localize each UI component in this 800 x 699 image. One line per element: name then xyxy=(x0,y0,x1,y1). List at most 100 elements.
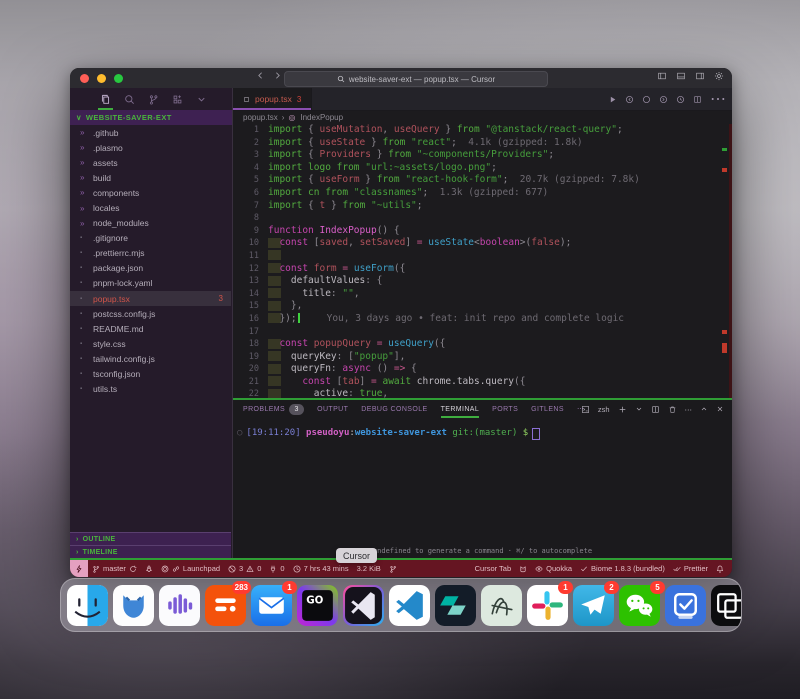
code-line-18[interactable]: 18 const popupQuery = useQuery({ xyxy=(233,338,732,351)
close-panel-icon[interactable] xyxy=(716,405,724,413)
panel-tab-terminal[interactable]: TERMINAL xyxy=(441,400,480,418)
tree-item--prettierrc-mjs[interactable]: ▪.prettierrc.mjs xyxy=(70,246,231,261)
kill-terminal-icon[interactable] xyxy=(668,405,677,414)
code-line-5[interactable]: 5import { useForm } from "react-hook-for… xyxy=(233,174,732,187)
tree-item-utils-ts[interactable]: ▪utils.ts xyxy=(70,382,231,397)
code-line-3[interactable]: 3import { Providers } from "~components/… xyxy=(233,149,732,162)
tree-item-build[interactable]: »build xyxy=(70,170,231,185)
dock-icon-finder[interactable] xyxy=(67,585,108,626)
dock-icon-podcast-waveform[interactable] xyxy=(159,585,200,626)
dock-icon-mail[interactable]: 1 xyxy=(251,585,292,626)
tree-item-assets[interactable]: »assets xyxy=(70,155,231,170)
toggle-secondary-sidebar-icon[interactable] xyxy=(695,71,705,81)
code-line-20[interactable]: 20 queryFn: async () => { xyxy=(233,363,732,376)
chevron-down-icon[interactable] xyxy=(635,405,643,413)
timeline-section-header[interactable]: › TIMELINE xyxy=(70,545,231,558)
dock-icon-warp[interactable] xyxy=(435,585,476,626)
code-line-2[interactable]: 2import { useState } from "react"; 4.1k … xyxy=(233,137,732,150)
toggle-sidebar-icon[interactable] xyxy=(657,71,667,81)
dock-icon-goland[interactable]: GO xyxy=(297,585,338,626)
dock-icon-fox-reader[interactable] xyxy=(113,585,154,626)
code-editor[interactable]: 1import { useMutation, useQuery } from "… xyxy=(233,124,732,398)
tree-item--gitignore[interactable]: ▪.gitignore xyxy=(70,231,231,246)
status-item[interactable] xyxy=(515,560,531,577)
dock-icon-things[interactable] xyxy=(665,585,706,626)
tree-item-tsconfig-json[interactable]: ▪tsconfig.json xyxy=(70,367,231,382)
dock-icon-screenshot-tool[interactable] xyxy=(711,585,742,626)
code-line-10[interactable]: 10 const [saved, setSaved] = useState<bo… xyxy=(233,237,732,250)
status-item[interactable]: Quokka xyxy=(531,560,576,577)
explorer-icon[interactable] xyxy=(100,88,111,110)
close-window-button[interactable] xyxy=(80,74,89,83)
code-line-14[interactable]: 14 title: "", xyxy=(233,288,732,301)
status-item[interactable]: Cursor Tab xyxy=(471,560,516,577)
status-item[interactable]: Prettier xyxy=(669,560,712,577)
code-line-13[interactable]: 13 defaultValues: { xyxy=(233,275,732,288)
code-line-16[interactable]: 16 });You, 3 days ago • feat: init repo … xyxy=(233,313,732,326)
breadcrumb-symbol[interactable]: IndexPopup xyxy=(300,113,343,122)
split-editor-icon[interactable] xyxy=(693,95,702,104)
status-item[interactable] xyxy=(385,560,401,577)
status-item[interactable]: 30 xyxy=(224,560,265,577)
tree-item-pnpm-lock-yaml[interactable]: ▪pnpm-lock.yaml xyxy=(70,276,231,291)
tree-item-package-json[interactable]: ▪package.json xyxy=(70,261,231,276)
status-item[interactable] xyxy=(70,560,88,577)
tab-popup-tsx[interactable]: popup.tsx 3 xyxy=(233,88,312,110)
minimize-window-button[interactable] xyxy=(97,74,106,83)
dock-icon-cursor[interactable] xyxy=(343,585,384,626)
status-item[interactable] xyxy=(141,560,157,577)
code-line-9[interactable]: 9function IndexPopup() { xyxy=(233,225,732,238)
code-line-19[interactable]: 19 queryKey: ["popup"], xyxy=(233,351,732,364)
status-item[interactable]: master xyxy=(88,560,141,577)
change-dot-icon[interactable] xyxy=(642,95,651,104)
terminal[interactable]: ○ [19:11:20] pseudoyu : website-saver-ex… xyxy=(233,418,732,558)
breadcrumb-file[interactable]: popup.tsx xyxy=(243,113,278,122)
dock-icon-sketch-notes[interactable] xyxy=(481,585,522,626)
shell-label[interactable]: zsh xyxy=(598,405,610,414)
code-line-17[interactable]: 17 xyxy=(233,326,732,339)
tree-item--plasmo[interactable]: ».plasmo xyxy=(70,140,231,155)
panel-tab-gitlens[interactable]: GITLENS xyxy=(531,400,564,418)
code-line-11[interactable]: 11 xyxy=(233,250,732,263)
code-line-1[interactable]: 1import { useMutation, useQuery } from "… xyxy=(233,124,732,137)
tree-item-node-modules[interactable]: »node_modules xyxy=(70,216,231,231)
tree-item-components[interactable]: »components xyxy=(70,185,231,200)
tree-item-popup-tsx[interactable]: ▪popup.tsx3 xyxy=(70,291,231,306)
run-icon[interactable] xyxy=(608,95,617,104)
tree-item--github[interactable]: ».github xyxy=(70,125,231,140)
panel-tab-problems[interactable]: PROBLEMS3 xyxy=(243,400,304,418)
code-line-15[interactable]: 15 }, xyxy=(233,300,732,313)
tree-item-tailwind-config-js[interactable]: ▪tailwind.config.js xyxy=(70,351,231,366)
status-item[interactable]: 0 xyxy=(265,560,288,577)
panel-tab-output[interactable]: OUTPUT xyxy=(317,400,348,418)
code-line-7[interactable]: 7import { t } from "~utils"; xyxy=(233,200,732,213)
zoom-window-button[interactable] xyxy=(114,74,123,83)
outline-section-header[interactable]: › OUTLINE xyxy=(70,532,231,545)
window-title-search[interactable]: website-saver-ext — popup.tsx — Cursor xyxy=(284,71,548,87)
forward-icon[interactable] xyxy=(273,71,282,80)
maximize-panel-icon[interactable] xyxy=(700,405,708,413)
toggle-panel-icon[interactable] xyxy=(676,71,686,81)
new-terminal-icon[interactable] xyxy=(618,405,627,414)
tree-item-locales[interactable]: »locales xyxy=(70,200,231,215)
status-item[interactable]: Biome 1.8.3 (bundled) xyxy=(576,560,669,577)
code-line-6[interactable]: 6import cn from "classnames"; 1.3k (gzip… xyxy=(233,187,732,200)
dock-icon-wechat[interactable]: 5 xyxy=(619,585,660,626)
dock-icon-vscode[interactable] xyxy=(389,585,430,626)
dock-icon-telegram[interactable]: 2 xyxy=(573,585,614,626)
settings-gear-icon[interactable] xyxy=(714,71,724,81)
code-line-4[interactable]: 4import logo from "url:~assets/logo.png"… xyxy=(233,162,732,175)
panel-tab-ports[interactable]: PORTS xyxy=(492,400,518,418)
status-item[interactable]: Launchpad xyxy=(157,560,224,577)
chevron-down-icon[interactable] xyxy=(196,88,207,110)
more-actions-icon[interactable]: ⋯ xyxy=(685,405,693,414)
explorer-root-header[interactable]: ∨ WEBSITE-SAVER-EXT xyxy=(70,110,232,125)
prev-change-icon[interactable] xyxy=(625,95,634,104)
tree-item-style-css[interactable]: ▪style.css xyxy=(70,336,231,351)
search-icon[interactable] xyxy=(124,88,135,110)
back-icon[interactable] xyxy=(256,71,265,80)
panel-tab-debug-console[interactable]: DEBUG CONSOLE xyxy=(361,400,427,418)
breadcrumb[interactable]: popup.tsx › IndexPopup xyxy=(233,111,732,124)
code-line-22[interactable]: 22 active: true, xyxy=(233,388,732,398)
terminal-shell-icon[interactable] xyxy=(581,405,590,414)
